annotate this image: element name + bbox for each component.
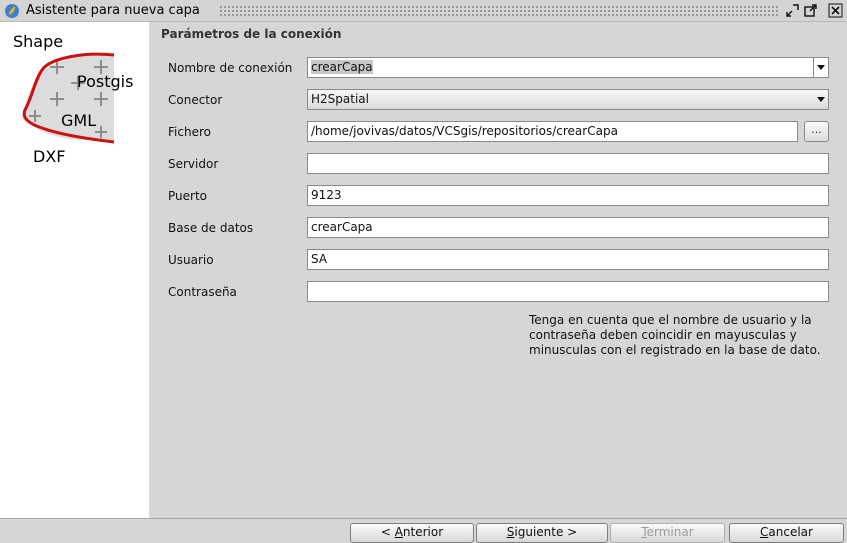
file-path-field[interactable]: /home/jovivas/datos/VCSgis/repositorios/… bbox=[307, 121, 798, 142]
logo-label-gml: GML bbox=[61, 111, 97, 130]
title-bar: Asistente para nueva capa bbox=[0, 0, 847, 22]
password-field[interactable] bbox=[307, 281, 829, 302]
window-title: Asistente para nueva capa bbox=[26, 3, 200, 18]
connection-name-combo[interactable]: crearCapa bbox=[307, 57, 829, 78]
finish-button[interactable]: Terminar bbox=[610, 523, 725, 543]
wizard-side-panel: Shape Postgis GML DXF bbox=[0, 22, 149, 518]
next-button[interactable]: Siguiente > bbox=[476, 523, 608, 543]
port-field[interactable]: 9123 bbox=[307, 185, 829, 206]
connection-name-label: Nombre de conexión bbox=[168, 61, 293, 75]
server-field[interactable] bbox=[307, 153, 829, 174]
restore-icon[interactable] bbox=[785, 3, 800, 18]
section-title: Parámetros de la conexión bbox=[161, 27, 342, 41]
maximize-icon[interactable] bbox=[803, 3, 818, 18]
app-icon bbox=[5, 4, 19, 18]
password-label: Contraseña bbox=[168, 285, 237, 299]
wizard-button-bar: < Anterior Siguiente > Terminar Cancelar bbox=[0, 518, 847, 543]
chevron-down-icon[interactable] bbox=[813, 58, 828, 77]
connector-select[interactable]: H2Spatial bbox=[307, 89, 829, 110]
database-label: Base de datos bbox=[168, 221, 254, 235]
server-label: Servidor bbox=[168, 157, 219, 171]
user-field[interactable]: SA bbox=[307, 249, 829, 270]
connection-name-value: crearCapa bbox=[311, 60, 373, 74]
user-label: Usuario bbox=[168, 253, 214, 267]
cancel-button[interactable]: Cancelar bbox=[729, 523, 844, 543]
file-label: Fichero bbox=[168, 125, 211, 139]
database-field[interactable]: crearCapa bbox=[307, 217, 829, 238]
connector-label: Conector bbox=[168, 93, 223, 107]
title-bar-grip[interactable] bbox=[219, 5, 779, 17]
connector-value: H2Spatial bbox=[311, 92, 369, 106]
previous-button[interactable]: < Anterior bbox=[350, 523, 474, 543]
chevron-down-icon[interactable] bbox=[814, 90, 828, 109]
case-sensitivity-note: Tenga en cuenta que el nombre de usuario… bbox=[529, 313, 821, 357]
logo-label-postgis: Postgis bbox=[77, 72, 134, 91]
port-label: Puerto bbox=[168, 189, 207, 203]
close-icon[interactable] bbox=[828, 3, 843, 18]
logo-label-dxf: DXF bbox=[33, 147, 66, 166]
logo-label-shape: Shape bbox=[13, 32, 64, 51]
browse-file-button[interactable]: ... bbox=[804, 121, 829, 142]
